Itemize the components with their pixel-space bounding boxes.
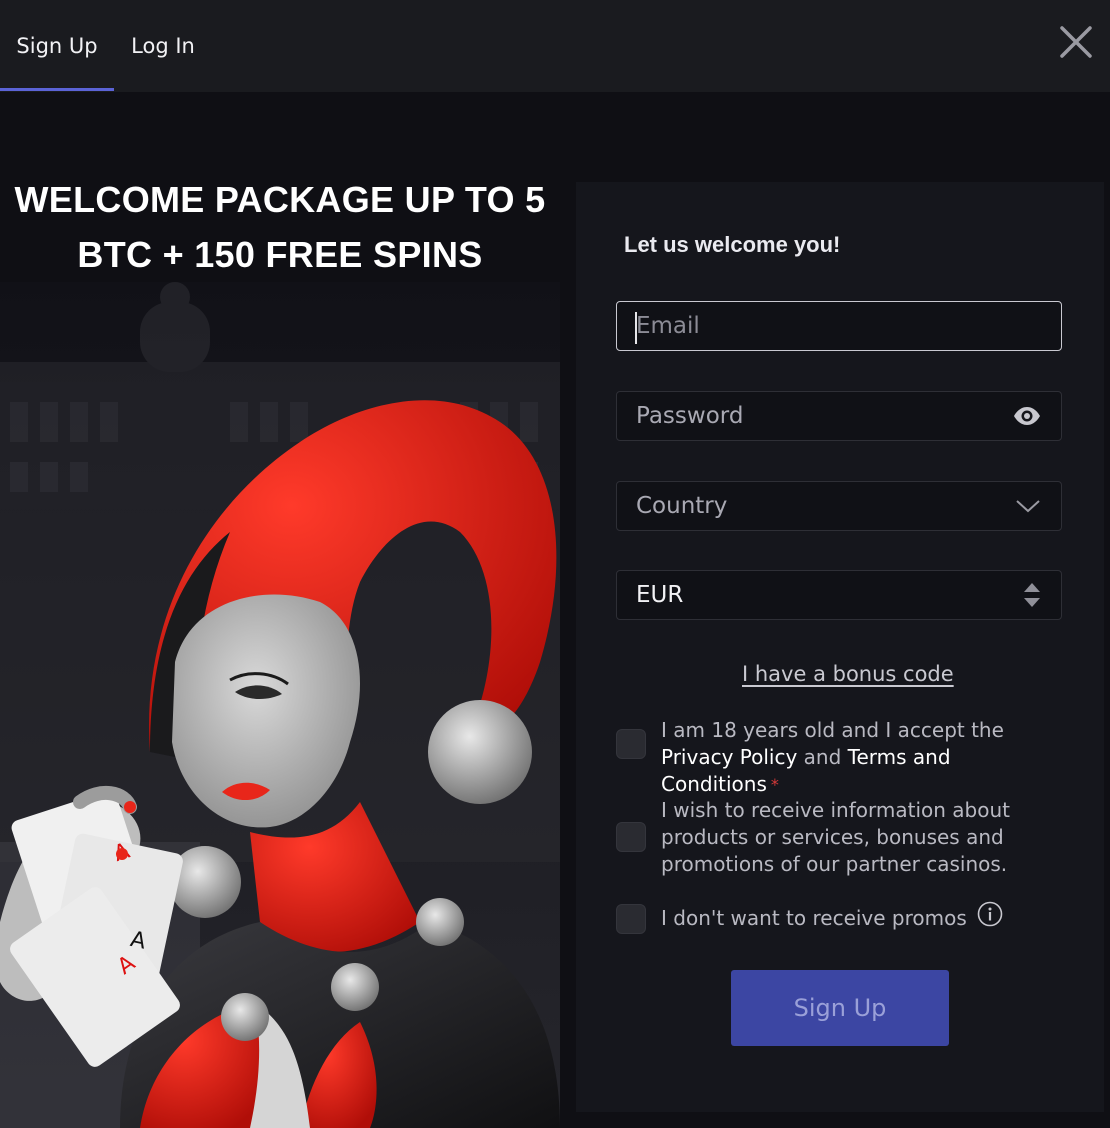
partner-info-text: I wish to receive information about prod…	[661, 798, 1010, 876]
email-field[interactable]	[616, 301, 1062, 351]
age-consent-text: I am 18 years old and I accept the Priva…	[661, 717, 1061, 798]
eye-icon	[1014, 407, 1040, 425]
no-promos-text: I don't want to receive promos	[661, 901, 1061, 934]
active-tab-indicator	[0, 88, 114, 91]
tab-bar: Sign Up Log In	[0, 0, 1110, 92]
currency-select[interactable]: EUR	[616, 570, 1062, 620]
country-select[interactable]: Country	[616, 481, 1062, 531]
age-consent-and: and	[797, 745, 848, 769]
sort-arrows-icon	[1024, 583, 1040, 607]
form-heading: Let us welcome you!	[624, 232, 841, 257]
close-button[interactable]	[1056, 22, 1096, 62]
privacy-policy-link[interactable]: Privacy Policy	[661, 745, 797, 769]
country-placeholder: Country	[636, 493, 728, 519]
harlequin-promo-illustration: A A A	[0, 282, 560, 1128]
bonus-code-link[interactable]: I have a bonus code	[742, 662, 954, 686]
no-promos-checkbox[interactable]	[616, 904, 646, 934]
tab-sign-up[interactable]: Sign Up	[0, 0, 114, 92]
signup-form: Let us welcome you! Password Country	[576, 182, 1104, 1112]
chevron-down-icon	[1016, 500, 1040, 513]
promo-title-line-1: WELCOME PACKAGE UP TO 5	[14, 179, 546, 220]
country-dropdown-toggle[interactable]	[1015, 482, 1041, 530]
tab-sign-up-label: Sign Up	[16, 34, 98, 58]
age-consent-lead: I am 18 years old and I accept the	[661, 718, 1004, 742]
info-button[interactable]	[977, 901, 1003, 934]
promo-title-line-2: BTC + 150 FREE SPINS	[77, 234, 483, 275]
password-placeholder: Password	[636, 403, 744, 429]
no-promos-label: I don't want to receive promos	[661, 906, 967, 930]
currency-value: EUR	[636, 582, 684, 608]
signup-modal: Sign Up Log In WELCOME PACKAGE UP TO 5 B…	[0, 0, 1110, 1128]
partner-info-consent-row: I wish to receive information about prod…	[616, 797, 1066, 879]
currency-stepper[interactable]	[1023, 571, 1041, 619]
promo-panel: WELCOME PACKAGE UP TO 5 BTC + 150 FREE S…	[0, 92, 560, 1128]
tab-log-in-label: Log In	[131, 34, 195, 58]
promo-title: WELCOME PACKAGE UP TO 5 BTC + 150 FREE S…	[0, 172, 560, 282]
password-visibility-toggle[interactable]	[1013, 392, 1041, 440]
sign-up-button[interactable]: Sign Up	[731, 970, 949, 1046]
info-icon	[977, 901, 1003, 927]
password-field[interactable]: Password	[616, 391, 1062, 441]
email-input[interactable]	[636, 302, 1016, 350]
tab-log-in[interactable]: Log In	[114, 0, 212, 92]
close-icon	[1060, 26, 1092, 58]
age-consent-row: I am 18 years old and I accept the Priva…	[616, 717, 1066, 796]
partner-info-checkbox[interactable]	[616, 822, 646, 852]
age-consent-checkbox[interactable]	[616, 729, 646, 759]
no-promos-row: I don't want to receive promos	[616, 901, 1066, 938]
required-marker: *	[770, 775, 779, 794]
